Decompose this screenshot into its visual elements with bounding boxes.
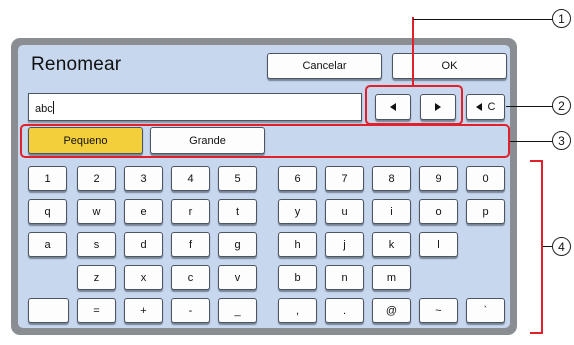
key-row2-7[interactable]: i <box>372 199 411 224</box>
key-row4-4[interactable]: b <box>278 265 317 290</box>
key-row2-6[interactable]: u <box>325 199 364 224</box>
key-row1-1[interactable]: 2 <box>77 166 116 191</box>
key-row1-5[interactable]: 6 <box>278 166 317 191</box>
callout-4-bracket-top <box>530 160 543 162</box>
key-row3-2[interactable]: d <box>124 232 163 257</box>
callout-3-highlight <box>20 124 510 158</box>
callout-1-leader <box>412 17 414 86</box>
key-row1-8[interactable]: 9 <box>419 166 458 191</box>
key-row1-3[interactable]: 4 <box>171 166 210 191</box>
key-row3-1[interactable]: s <box>77 232 116 257</box>
key-row5-3[interactable]: - <box>171 298 210 323</box>
name-input[interactable]: abc <box>28 93 362 121</box>
key-row4-0[interactable]: z <box>77 265 116 290</box>
key-row5-0[interactable] <box>28 298 69 323</box>
key-row3-0[interactable]: a <box>28 232 67 257</box>
callout-4-bracket-bottom <box>530 332 543 334</box>
callout-number-3: 3 <box>552 131 571 150</box>
key-row5-4[interactable]: _ <box>218 298 257 323</box>
key-row4-6[interactable]: m <box>372 265 411 290</box>
key-row4-3[interactable]: v <box>218 265 257 290</box>
callout-2-line <box>506 106 555 107</box>
text-caret <box>52 101 54 114</box>
key-row3-8[interactable]: l <box>419 232 458 257</box>
key-row1-0[interactable]: 1 <box>28 166 67 191</box>
key-row3-4[interactable]: g <box>218 232 257 257</box>
key-row2-9[interactable]: p <box>466 199 505 224</box>
callout-4-bracket <box>541 160 543 334</box>
key-row5-9[interactable]: ` <box>466 298 505 323</box>
callout-1-line <box>413 19 555 20</box>
key-row2-3[interactable]: r <box>171 199 210 224</box>
key-row5-6[interactable]: . <box>325 298 364 323</box>
name-input-value: abc <box>35 103 53 115</box>
key-row3-7[interactable]: k <box>372 232 411 257</box>
callout-number-4: 4 <box>552 237 571 256</box>
key-row3-5[interactable]: h <box>278 232 317 257</box>
backspace-icon <box>475 103 482 111</box>
dialog-title: Renomear <box>31 54 122 75</box>
key-row1-9[interactable]: 0 <box>466 166 505 191</box>
key-row2-1[interactable]: w <box>77 199 116 224</box>
key-row5-1[interactable]: = <box>77 298 116 323</box>
key-row4-1[interactable]: x <box>124 265 163 290</box>
key-row2-2[interactable]: e <box>124 199 163 224</box>
key-row5-5[interactable]: , <box>278 298 317 323</box>
key-row5-7[interactable]: @ <box>372 298 411 323</box>
key-row2-5[interactable]: y <box>278 199 317 224</box>
key-row2-4[interactable]: t <box>218 199 257 224</box>
backspace-button[interactable]: C <box>466 94 505 120</box>
ok-button[interactable]: OK <box>392 53 507 79</box>
key-row3-3[interactable]: f <box>171 232 210 257</box>
key-row5-2[interactable]: + <box>124 298 163 323</box>
key-row1-6[interactable]: 7 <box>325 166 364 191</box>
callout-3-line <box>510 141 555 142</box>
backspace-label: C <box>487 101 496 113</box>
key-row2-8[interactable]: o <box>419 199 458 224</box>
callout-number-1: 1 <box>552 9 571 28</box>
cancel-button[interactable]: Cancelar <box>267 53 382 79</box>
key-row4-2[interactable]: c <box>171 265 210 290</box>
key-row5-8[interactable]: ~ <box>419 298 458 323</box>
key-row3-6[interactable]: j <box>325 232 364 257</box>
callout-number-2: 2 <box>552 96 571 115</box>
key-row4-5[interactable]: n <box>325 265 364 290</box>
key-row1-2[interactable]: 3 <box>124 166 163 191</box>
key-row1-4[interactable]: 5 <box>218 166 257 191</box>
key-row1-7[interactable]: 8 <box>372 166 411 191</box>
key-row2-0[interactable]: q <box>28 199 67 224</box>
callout-1-highlight <box>365 85 463 125</box>
